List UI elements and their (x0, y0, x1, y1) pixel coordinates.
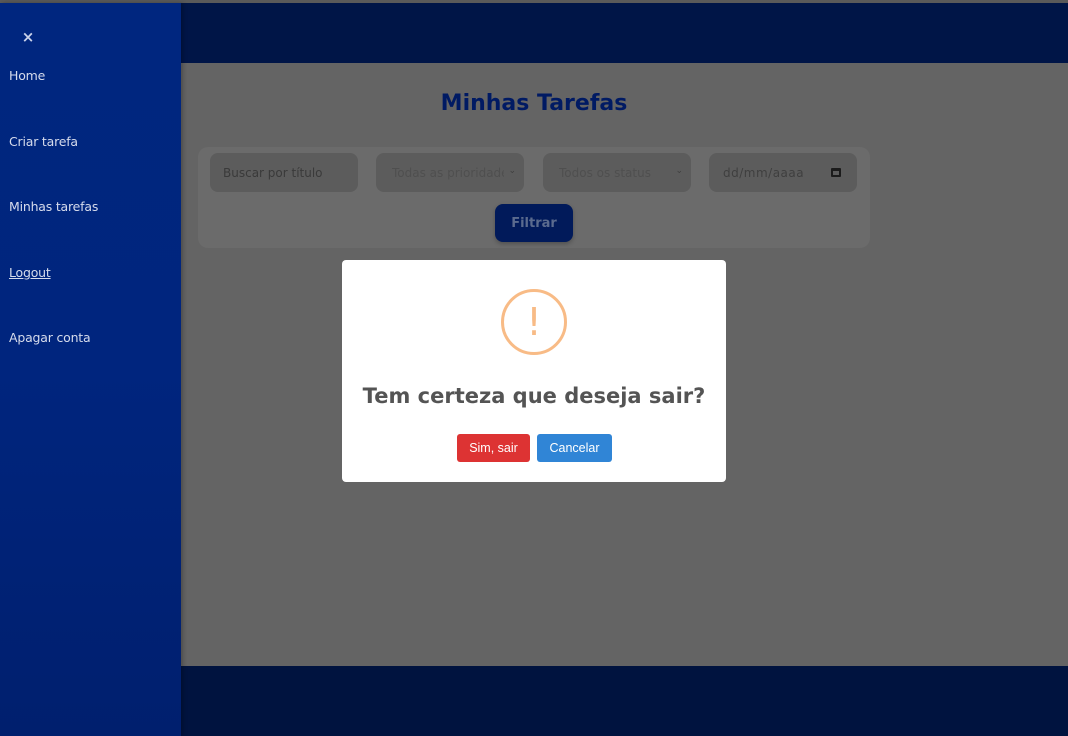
confirm-dialog: ! Tem certeza que deseja sair? Sim, sair… (342, 260, 726, 482)
sidebar-item-apagar-conta[interactable]: Apagar conta (9, 330, 91, 345)
search-input[interactable]: Buscar por título (210, 153, 358, 192)
warning-icon-glyph: ! (526, 300, 542, 344)
chevron-down-icon: ⌄ (675, 166, 683, 176)
sidebar: × Home Criar tarefa Minhas tarefas Logou… (0, 3, 181, 736)
filter-button[interactable]: Filtrar (495, 204, 573, 242)
chevron-down-icon: ⌄ (508, 166, 516, 176)
sidebar-item-logout[interactable]: Logout (9, 265, 51, 280)
status-select[interactable]: Todos os status ⌄ (543, 153, 691, 192)
page-title: Minhas Tarefas (440, 91, 628, 116)
confirm-logout-button[interactable]: Sim, sair (457, 434, 530, 462)
sidebar-item-minhas-tarefas[interactable]: Minhas tarefas (9, 199, 98, 214)
cancel-button[interactable]: Cancelar (537, 434, 612, 462)
calendar-icon[interactable] (831, 168, 841, 177)
warning-icon: ! (501, 289, 567, 355)
sidebar-item-criar-tarefa[interactable]: Criar tarefa (9, 134, 78, 149)
priority-select[interactable]: Todas as prioridades ⌄ (376, 153, 524, 192)
sidebar-item-home[interactable]: Home (9, 68, 45, 83)
filter-panel: Buscar por título Todas as prioridades ⌄… (198, 147, 870, 248)
date-input-placeholder: dd/mm/aaaa (723, 165, 805, 180)
close-icon[interactable]: × (20, 27, 36, 47)
priority-select-value: Todas as prioridades (392, 165, 504, 180)
status-select-value: Todos os status (559, 165, 651, 180)
date-input[interactable]: dd/mm/aaaa (709, 153, 857, 192)
dialog-title: Tem certeza que deseja sair? (362, 384, 706, 408)
